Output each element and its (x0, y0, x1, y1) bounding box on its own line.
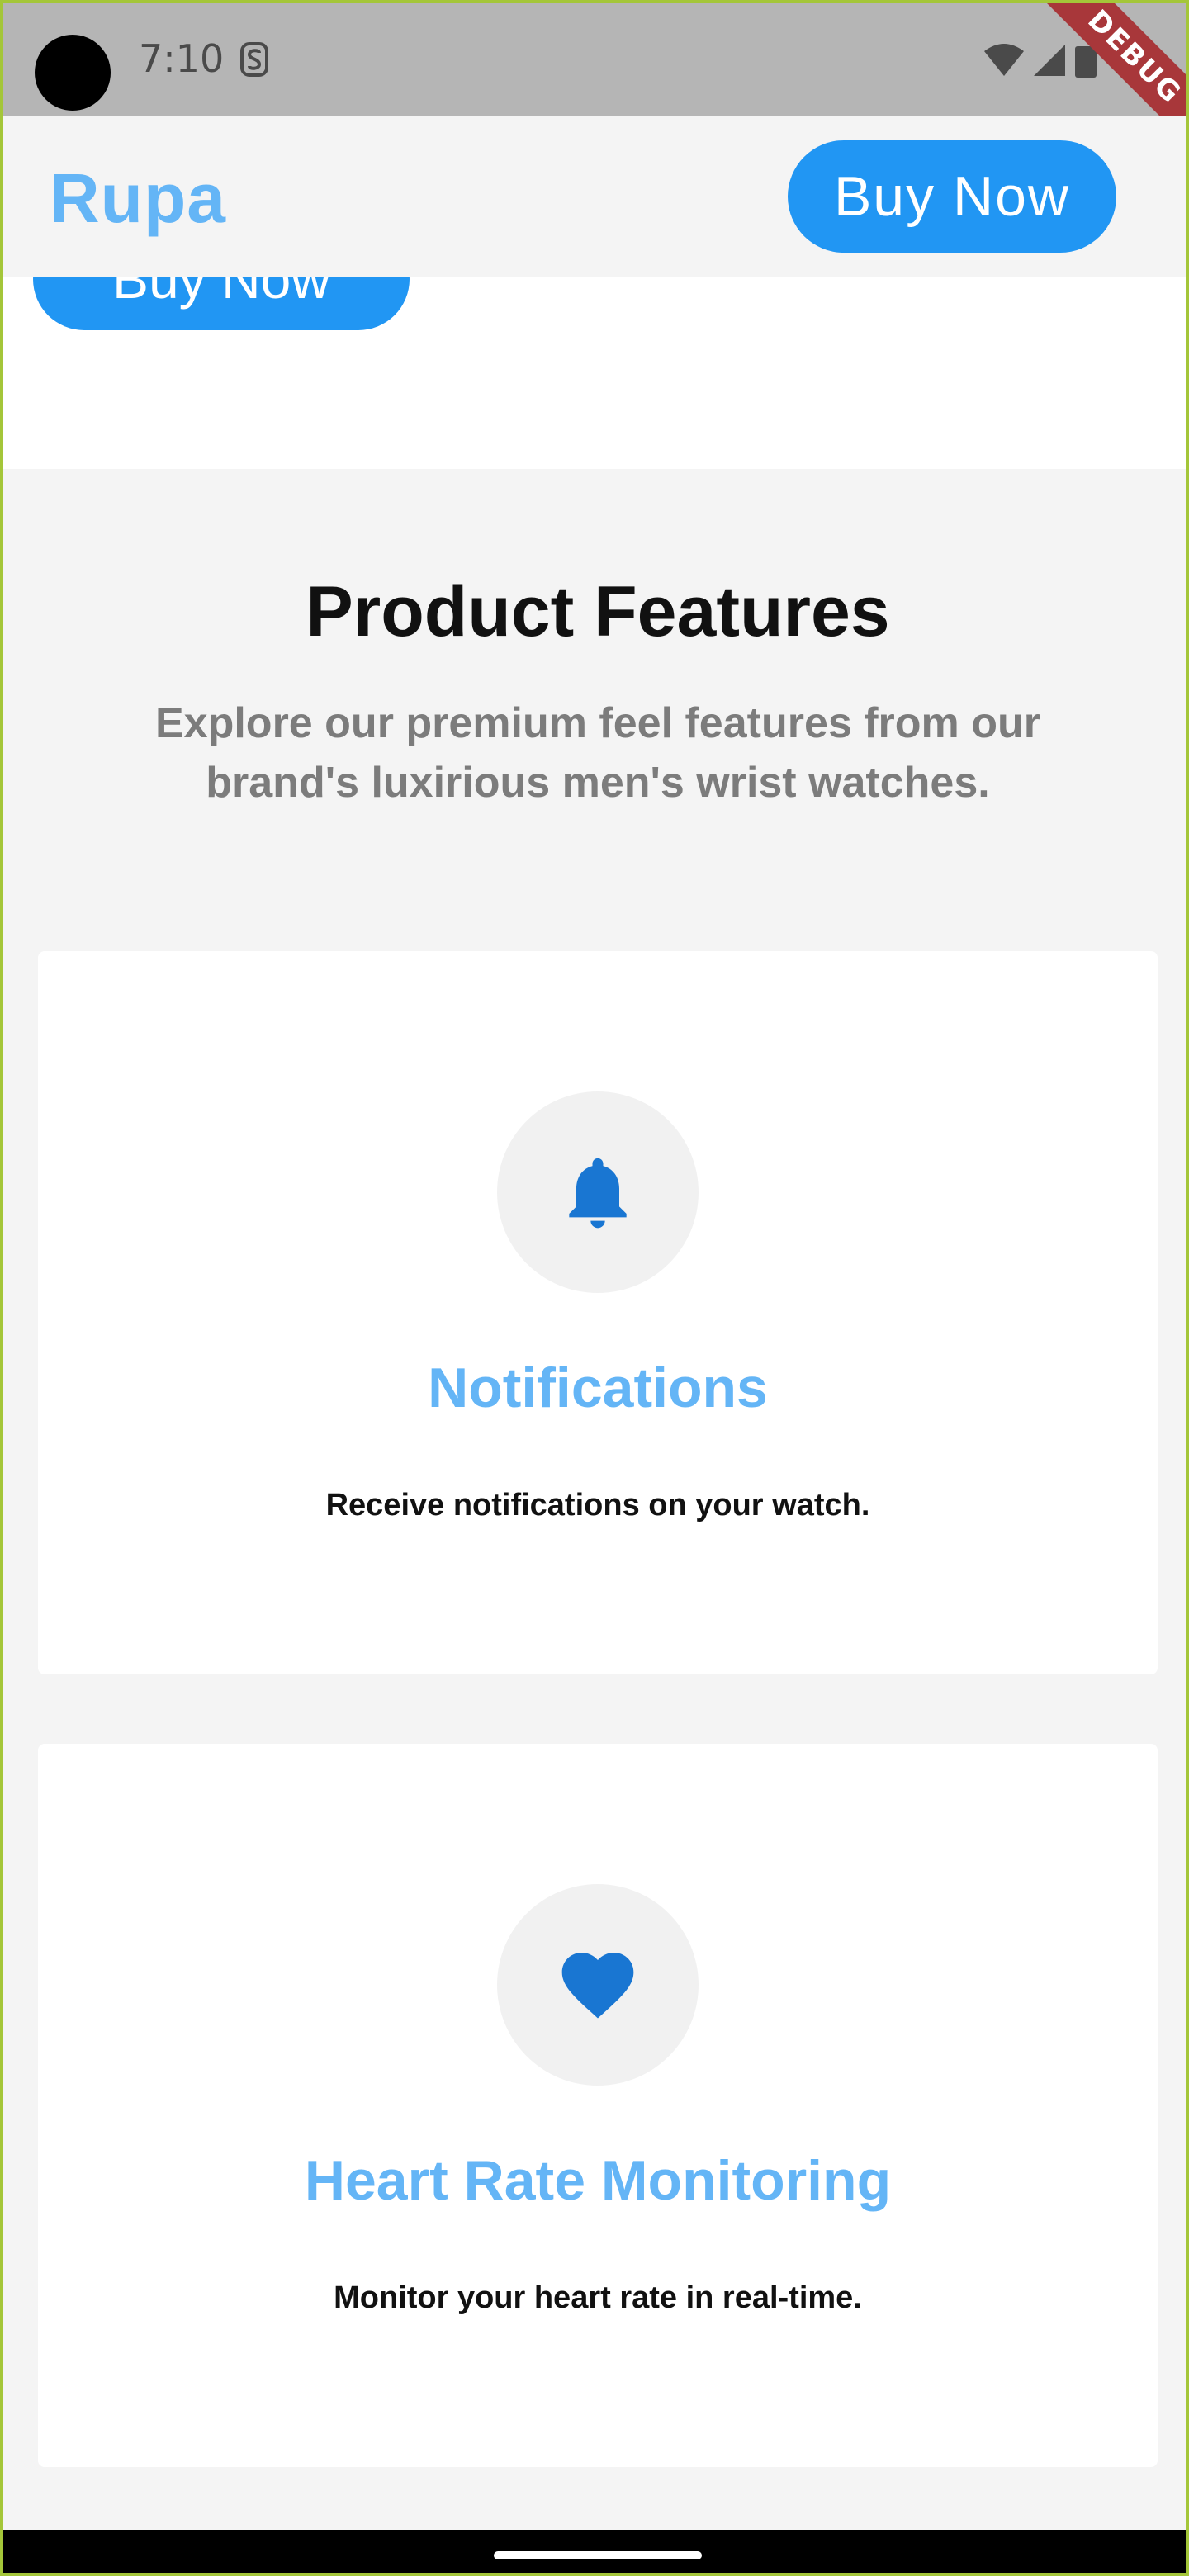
feature-description: Receive notifications on your watch. (325, 1488, 870, 1522)
bell-icon (569, 1158, 627, 1229)
heart-icon (561, 1953, 634, 2019)
feature-card-heart-rate: Heart Rate Monitoring Monitor your heart… (38, 1744, 1158, 2467)
status-icons (984, 44, 1097, 78)
app-screen: 7:10 DEBUG Buy Now Rupa Buy Now Product … (0, 0, 1189, 2576)
feature-title: Notifications (428, 1357, 768, 1419)
hero-section: Buy Now (3, 228, 1186, 469)
features-title: Product Features (306, 572, 890, 651)
battery-icon (1075, 46, 1097, 78)
feature-icon-badge (497, 1091, 699, 1293)
status-time: 7:10 (139, 36, 225, 81)
home-gesture-handle[interactable] (494, 2551, 702, 2559)
buy-now-button[interactable]: Buy Now (788, 140, 1116, 253)
feature-description: Monitor your heart rate in real-time. (334, 2280, 862, 2315)
wifi-icon (984, 44, 1024, 76)
camera-cutout (35, 35, 111, 111)
feature-card-notifications: Notifications Receive notifications on y… (38, 951, 1158, 1674)
app-bar: Rupa Buy Now (3, 116, 1186, 277)
feature-icon-badge (497, 1884, 699, 2086)
signal-icon (1034, 45, 1065, 76)
status-bar: 7:10 DEBUG (3, 3, 1186, 162)
system-nav-bar (3, 2530, 1186, 2573)
feature-title: Heart Rate Monitoring (304, 2149, 892, 2212)
features-subtitle: Explore our premium feel features from o… (154, 699, 1041, 807)
brand-logo[interactable]: Rupa (50, 159, 226, 239)
notification-s-icon (240, 42, 268, 77)
